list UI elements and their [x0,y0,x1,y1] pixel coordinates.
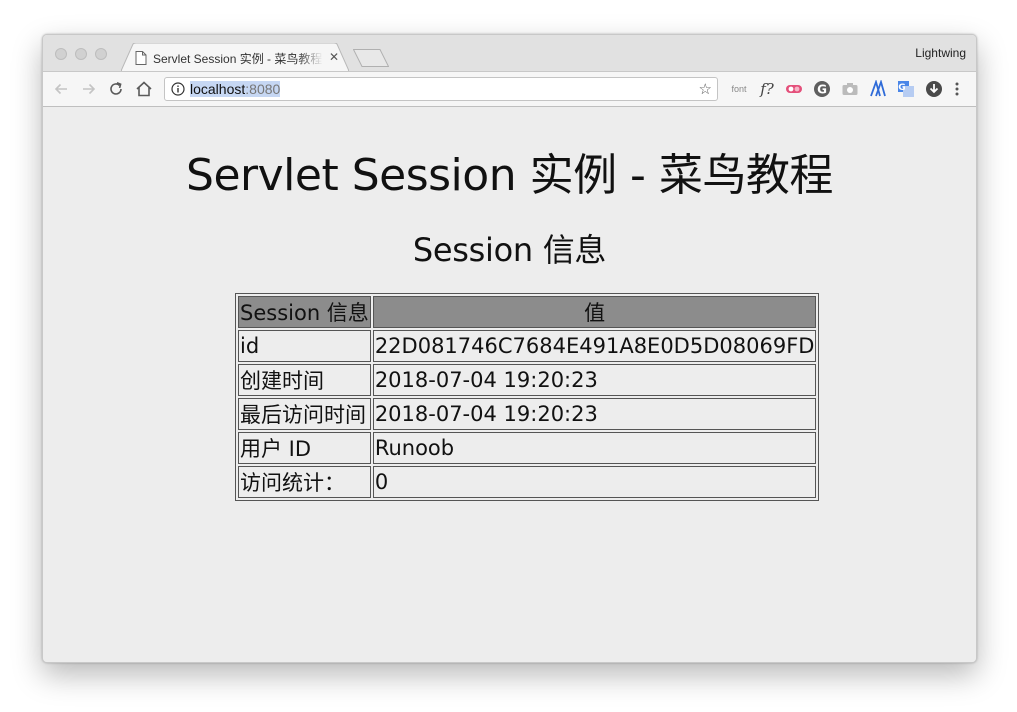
toolbar: localhost:8080 ☆ font f? G G [43,71,976,107]
font-extension-icon[interactable]: font [728,80,750,98]
profile-name[interactable]: Lightwing [915,46,966,60]
fquery-extension-icon[interactable]: f? [756,80,778,98]
svg-text:G: G [898,83,905,93]
table-cell-label: 访问统计： [238,466,371,498]
close-window-button[interactable] [55,48,67,60]
table-cell-value: 2018-07-04 19:20:23 [372,364,817,396]
arrow-left-icon [54,83,67,95]
tab-title: Servlet Session 实例 - 菜鸟教程 [153,52,323,66]
translate-icon[interactable]: G [896,80,916,98]
forward-button[interactable] [80,80,98,98]
table-cell-label: 最后访问时间 [238,398,371,430]
table-row: 访问统计： 0 [238,466,817,498]
tab-close-icon[interactable]: ✕ [329,50,339,64]
page-subheading: Session 信息 [412,231,607,269]
bookmark-star-icon[interactable]: ☆ [699,80,712,98]
address-bar[interactable]: localhost:8080 ☆ [164,77,718,101]
camera-icon[interactable] [840,80,860,98]
double-chevron-extension-icon[interactable] [868,80,888,98]
table-header-session-info: Session 信息 [238,296,371,328]
page-heading: Servlet Session 实例 - 菜鸟教程 [186,150,833,201]
table-cell-value: Runoob [372,432,817,464]
table-row: 最后访问时间 2018-07-04 19:20:23 [238,398,817,430]
tab-active[interactable]: Servlet Session 实例 - 菜鸟教程 ✕ [121,43,349,71]
arrow-right-icon [83,83,96,95]
back-button[interactable] [52,80,70,98]
home-icon [136,81,152,97]
minimize-window-button[interactable] [75,48,87,60]
session-info-table: Session 信息 值 id 22D081746C7684E491A8E0D5… [235,293,820,501]
table-header-row: Session 信息 值 [238,296,817,328]
zoom-window-button[interactable] [95,48,107,60]
home-button[interactable] [135,80,153,98]
table-cell-label: id [238,330,371,362]
table-row: 用户 ID Runoob [238,432,817,464]
table-row: id 22D081746C7684E491A8E0D5D08069FD [238,330,817,362]
menu-dots-icon[interactable] [950,80,964,98]
table-row: 创建时间 2018-07-04 19:20:23 [238,364,817,396]
tab-strip: Servlet Session 实例 - 菜鸟教程 ✕ Lightwing [43,35,976,71]
reload-icon [110,82,122,95]
grammarly-g-icon[interactable]: G [812,80,832,98]
page-content: Servlet Session 实例 - 菜鸟教程 Session 信息 Ses… [43,107,976,662]
table-cell-label: 创建时间 [238,364,371,396]
table-cell-label: 用户 ID [238,432,371,464]
browser-window: Servlet Session 实例 - 菜鸟教程 ✕ Lightwing lo… [42,34,977,663]
svg-text:G: G [817,82,827,96]
url-port: :8080 [245,81,281,97]
table-cell-value: 2018-07-04 19:20:23 [372,398,817,430]
url-text[interactable]: localhost:8080 [190,81,281,97]
new-tab-button[interactable] [353,49,389,67]
table-cell-value: 0 [372,466,817,498]
table-header-value: 值 [372,296,817,328]
table-cell-value: 22D081746C7684E491A8E0D5D08069FD [372,330,817,362]
reload-button[interactable] [107,80,125,98]
page-icon [135,51,147,65]
url-host: localhost [190,81,246,97]
color-pill-extension-icon[interactable] [784,80,804,98]
info-icon[interactable] [171,82,185,96]
download-shield-icon[interactable] [924,80,944,98]
